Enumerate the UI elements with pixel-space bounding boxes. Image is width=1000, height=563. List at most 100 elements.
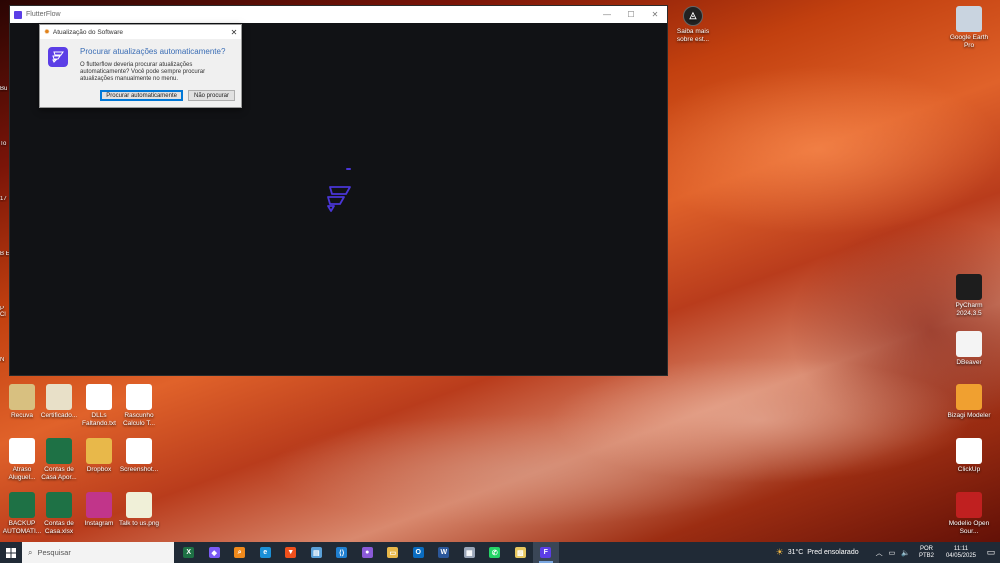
taskbar-app-word[interactable]: W: [431, 542, 457, 563]
image-file-icon: [126, 492, 152, 518]
sun-icon: ☀: [775, 547, 784, 557]
window-title: FlutterFlow: [26, 11, 61, 18]
desktop-icon-label: Certificado...: [40, 412, 78, 419]
desktop-icon-pycharm[interactable]: PyCharm 2024.3.5: [947, 274, 991, 317]
desktop-icon-label: PyCharm 2024.3.5: [955, 302, 983, 317]
file-explorer-icon: ▭: [387, 547, 399, 558]
update-dialog[interactable]: ✹ Atualização do Software ✕ Procurar atu…: [39, 24, 242, 108]
taskbar-app-notes[interactable]: ▤: [304, 542, 330, 563]
language-line2: PTB2: [918, 552, 934, 559]
edge-icon: e: [259, 547, 271, 558]
taskbar-app-calculator[interactable]: ▦: [457, 542, 483, 563]
desktop-icon-image-file[interactable]: Screenshot...: [117, 438, 161, 474]
desktop-icon-label: Google Earth Pro: [949, 34, 989, 49]
system-tray: ☀ 31°C Pred ensolarado ︿ ▭ 🔈 POR PTB2 11…: [776, 542, 1000, 563]
weather-temp: 31°C: [787, 549, 804, 556]
desktop-icon-google-earth[interactable]: Google Earth Pro: [947, 6, 991, 49]
check-automatically-button[interactable]: Procurar automaticamente: [100, 90, 183, 101]
flutterflow-icon: F: [540, 547, 552, 558]
taskbar-app-brave[interactable]: ▼: [278, 542, 304, 563]
search-icon: ⌕: [28, 547, 33, 557]
weather-widget[interactable]: ☀ 31°C Pred ensolarado: [776, 547, 859, 558]
taskbar-app-copilot[interactable]: ◆: [202, 542, 228, 563]
taskbar-app-edge[interactable]: e: [253, 542, 279, 563]
excel-icon: [9, 492, 35, 518]
desktop-icon-label: Contas de Casa.xlsx: [44, 520, 74, 535]
learn-more-icon: ◬: [683, 6, 703, 26]
language-line1: POR: [919, 545, 933, 552]
whatsapp-icon: ✆: [489, 547, 501, 558]
pycharm-icon: [956, 274, 982, 300]
vscode-icon: ⟨⟩: [336, 547, 348, 558]
desktop-icon-text-file[interactable]: Rascunho Calculo T...: [117, 384, 161, 427]
maximize-button[interactable]: ☐: [619, 10, 643, 19]
desktop-icon-instagram[interactable]: Instagram: [77, 492, 121, 528]
dialog-title: Atualização do Software: [52, 28, 123, 36]
search-everything-icon: ⌕: [234, 547, 246, 558]
folder-icon: [86, 438, 112, 464]
desktop-icon-label: DBeaver: [956, 359, 982, 366]
desktop-icon-certificate[interactable]: Certificado...: [37, 384, 81, 420]
desktop-icon-label: Talk to us.png: [118, 520, 160, 527]
taskbar: ⌕ Pesquisar X ◆ ⌕ e ▼ ▤ ⟨⟩ ● ▭ O W ▦ ✆ ▨ F ☀ 31°C Pred…: [0, 542, 1000, 563]
desktop-icon-clickup[interactable]: ClickUp: [947, 438, 991, 474]
image-file-icon: [126, 438, 152, 464]
outlook-icon: O: [412, 547, 424, 558]
desktop-icon-label: Rascunho Calculo T...: [122, 412, 156, 427]
excel-icon: [46, 492, 72, 518]
taskbar-app-outlook[interactable]: O: [406, 542, 432, 563]
calculator-icon: ▦: [463, 547, 475, 558]
clock[interactable]: 11:11 04/05/2025: [946, 546, 976, 560]
minimize-button[interactable]: —: [595, 10, 619, 19]
search-placeholder: Pesquisar: [37, 548, 71, 557]
dialog-message: O flutterflow deveria procurar atualizaç…: [80, 62, 206, 82]
desktop-icon-excel[interactable]: Contas de Casa Apor...: [37, 438, 81, 481]
desktop-icon-text-file[interactable]: DLLs Faltando.txt: [77, 384, 121, 427]
image-viewer-icon: ▨: [514, 547, 526, 558]
notification-icon[interactable]: ▭: [982, 547, 1000, 558]
word-icon: W: [438, 547, 450, 558]
desktop-icon-label: ClickUp: [957, 466, 981, 473]
taskbar-search-box[interactable]: ⌕ Pesquisar: [22, 542, 174, 563]
close-button[interactable]: ✕: [643, 10, 667, 19]
excel-icon: X: [183, 547, 195, 558]
google-earth-icon: [956, 6, 982, 32]
certificate-icon: [46, 384, 72, 410]
taskbar-app-dropper[interactable]: ●: [355, 542, 381, 563]
dropper-icon: ●: [361, 547, 373, 558]
dont-check-button[interactable]: Não procurar: [187, 90, 235, 101]
desktop-icon-image-file[interactable]: Talk to us.png: [117, 492, 161, 528]
dialog-close-button[interactable]: ✕: [227, 28, 241, 37]
network-icon[interactable]: ▭: [889, 549, 896, 557]
volume-icon[interactable]: 🔈: [901, 549, 910, 557]
taskbar-app-search-everything[interactable]: ⌕: [227, 542, 253, 563]
taskbar-app-file-explorer[interactable]: ▭: [380, 542, 406, 563]
desktop-icon-label: Modelio Open Sour...: [948, 520, 990, 535]
pdf-icon: [9, 438, 35, 464]
flutterflow-logo-icon: [327, 186, 351, 212]
chevron-up-icon[interactable]: ︿: [876, 548, 883, 558]
start-button[interactable]: [0, 542, 22, 563]
copilot-icon: ◆: [208, 547, 220, 558]
taskbar-app-excel[interactable]: X: [176, 542, 202, 563]
windows-logo-icon: [6, 547, 16, 558]
desktop-icon-label: Contas de Casa Apor...: [41, 466, 77, 481]
taskbar-app-image-viewer[interactable]: ▨: [508, 542, 534, 563]
desktop-icon-dbeaver[interactable]: DBeaver: [947, 331, 991, 367]
desktop-icon-learn-more[interactable]: ◬ Saiba mais sobre est...: [671, 6, 715, 43]
language-indicator[interactable]: POR PTB2: [919, 546, 934, 560]
desktop-icon-modelio[interactable]: Modelio Open Sour...: [947, 492, 991, 535]
desktop-icon-label: Bizagi Modeler: [947, 412, 991, 419]
desktop-icon-folder[interactable]: Dropbox: [77, 438, 121, 474]
dbeaver-icon: [956, 331, 982, 357]
taskbar-app-flutterflow[interactable]: F: [533, 542, 559, 563]
desktop-icon-excel[interactable]: Contas de Casa.xlsx: [37, 492, 81, 535]
taskbar-app-vscode[interactable]: ⟨⟩: [329, 542, 355, 563]
recuva-icon: [9, 384, 35, 410]
brave-icon: ▼: [285, 547, 297, 558]
bizagi-icon: [956, 384, 982, 410]
taskbar-app-whatsapp[interactable]: ✆: [482, 542, 508, 563]
desktop-icon-bizagi[interactable]: Bizagi Modeler: [947, 384, 991, 420]
dialog-titlebar[interactable]: ✹ Atualização do Software ✕: [40, 25, 241, 39]
window-titlebar[interactable]: FlutterFlow — ☐ ✕: [10, 6, 667, 23]
